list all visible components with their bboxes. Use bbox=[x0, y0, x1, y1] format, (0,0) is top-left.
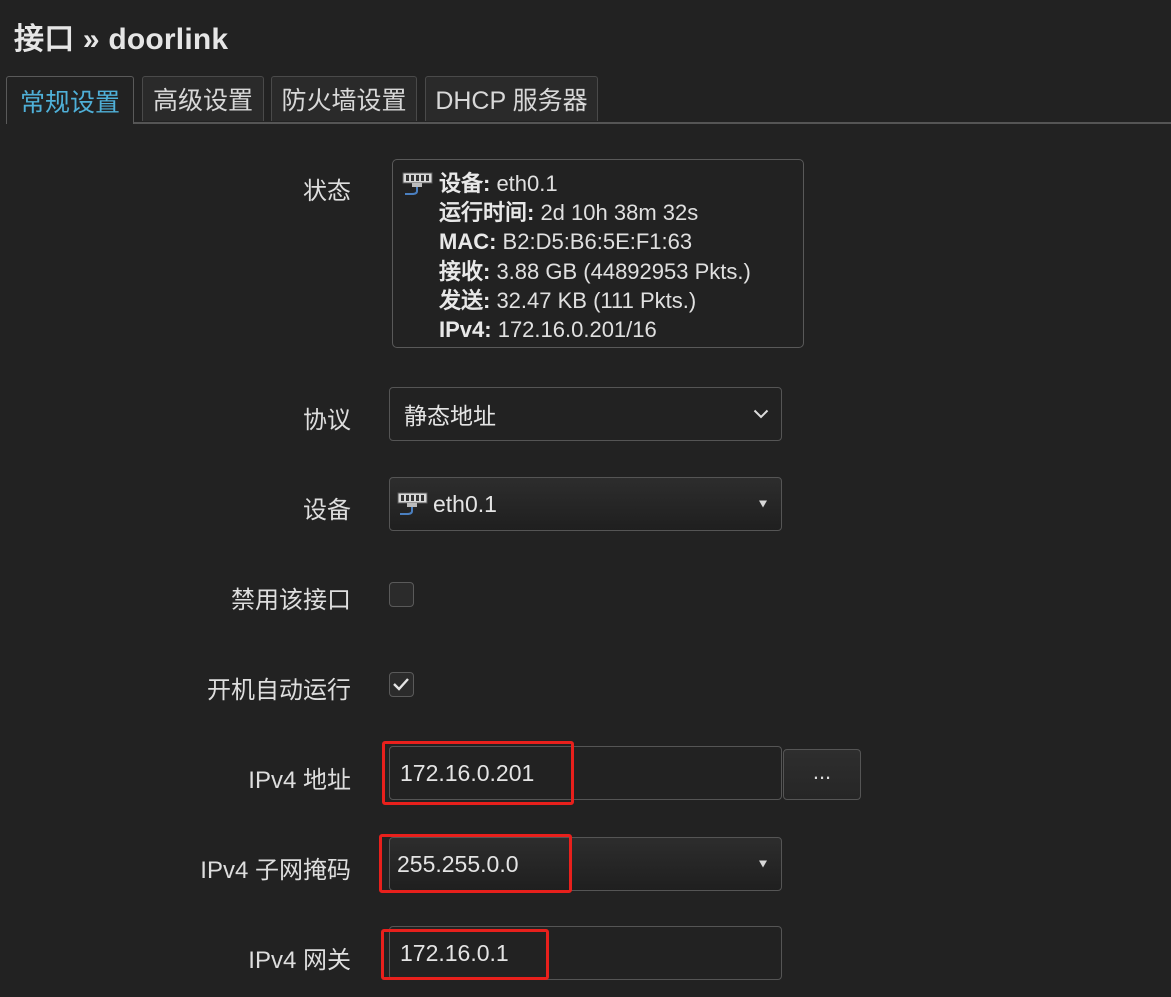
device-value: eth0.1 bbox=[433, 490, 497, 517]
autostart-label: 开机自动运行 bbox=[207, 677, 351, 704]
tab-firewall-settings[interactable]: 防火墙设置 bbox=[271, 76, 417, 121]
ipv4-address-value: 172.16.0.201 bbox=[400, 759, 535, 786]
ipv4-gateway-value: 172.16.0.1 bbox=[400, 939, 509, 966]
status-line-ipv4: IPv4: 172.16.0.201/16 bbox=[439, 317, 657, 343]
page-title: 接口 » doorlink bbox=[14, 23, 229, 56]
status-panel: 设备: eth0.1 运行时间: 2d 10h 38m 32s MAC: B2:… bbox=[392, 159, 804, 348]
status-line-tx: 发送: 32.47 KB (111 Pkts.) bbox=[439, 287, 697, 313]
ipv4-address-input[interactable]: 172.16.0.201 bbox=[389, 746, 782, 800]
disable-interface-label: 禁用该接口 bbox=[231, 587, 351, 614]
ipv4-gateway-input[interactable]: 172.16.0.1 bbox=[389, 926, 782, 980]
more-button-label: ... bbox=[812, 758, 832, 784]
tab-dhcp-server[interactable]: DHCP 服务器 bbox=[425, 76, 598, 121]
ipv4-netmask-value: 255.255.0.0 bbox=[397, 850, 519, 877]
ipv4-gateway-label: IPv4 网关 bbox=[248, 947, 351, 974]
ipv4-address-more-button[interactable]: ... bbox=[783, 749, 861, 800]
ipv4-address-label: IPv4 地址 bbox=[248, 767, 351, 794]
tab-label: 高级设置 bbox=[152, 87, 253, 115]
tab-label: 常规设置 bbox=[19, 88, 120, 117]
caret-down-icon bbox=[759, 500, 767, 508]
tab-label: DHCP 服务器 bbox=[435, 87, 588, 115]
device-label: 设备 bbox=[303, 497, 351, 524]
protocol-label: 协议 bbox=[303, 407, 351, 434]
interface-settings-page: 接口 » doorlink 常规设置 高级设置 防火墙设置 DHCP 服务器 状… bbox=[0, 0, 1171, 997]
ipv4-netmask-select[interactable]: 255.255.0.0 bbox=[389, 837, 782, 891]
status-details: 设备: eth0.1 运行时间: 2d 10h 38m 32s MAC: B2:… bbox=[439, 169, 751, 344]
tab-advanced-settings[interactable]: 高级设置 bbox=[142, 76, 264, 121]
network-port-icon bbox=[397, 491, 429, 517]
status-line-uptime: 运行时间: 2d 10h 38m 32s bbox=[439, 200, 699, 226]
autostart-checkbox[interactable] bbox=[389, 672, 414, 697]
protocol-select[interactable]: 静态地址 bbox=[389, 387, 782, 441]
checkmark-icon bbox=[393, 678, 409, 691]
tab-general-settings[interactable]: 常规设置 bbox=[6, 76, 134, 124]
caret-down-icon bbox=[759, 860, 767, 868]
status-line-rx: 接收: 3.88 GB (44892953 Pkts.) bbox=[439, 258, 751, 284]
ipv4-netmask-label: IPv4 子网掩码 bbox=[200, 857, 351, 884]
status-line-device: 设备: eth0.1 bbox=[439, 171, 558, 196]
disable-interface-checkbox[interactable] bbox=[389, 582, 414, 607]
protocol-value: 静态地址 bbox=[404, 403, 496, 429]
tab-bar: 常规设置 高级设置 防火墙设置 DHCP 服务器 bbox=[6, 76, 1171, 124]
network-port-icon bbox=[402, 171, 434, 202]
tab-label: 防火墙设置 bbox=[281, 87, 407, 115]
status-line-mac: MAC: B2:D5:B6:5E:F1:63 bbox=[439, 229, 693, 255]
chevron-down-icon bbox=[753, 409, 769, 419]
status-label: 状态 bbox=[303, 178, 351, 205]
device-select[interactable]: eth0.1 bbox=[389, 477, 782, 531]
